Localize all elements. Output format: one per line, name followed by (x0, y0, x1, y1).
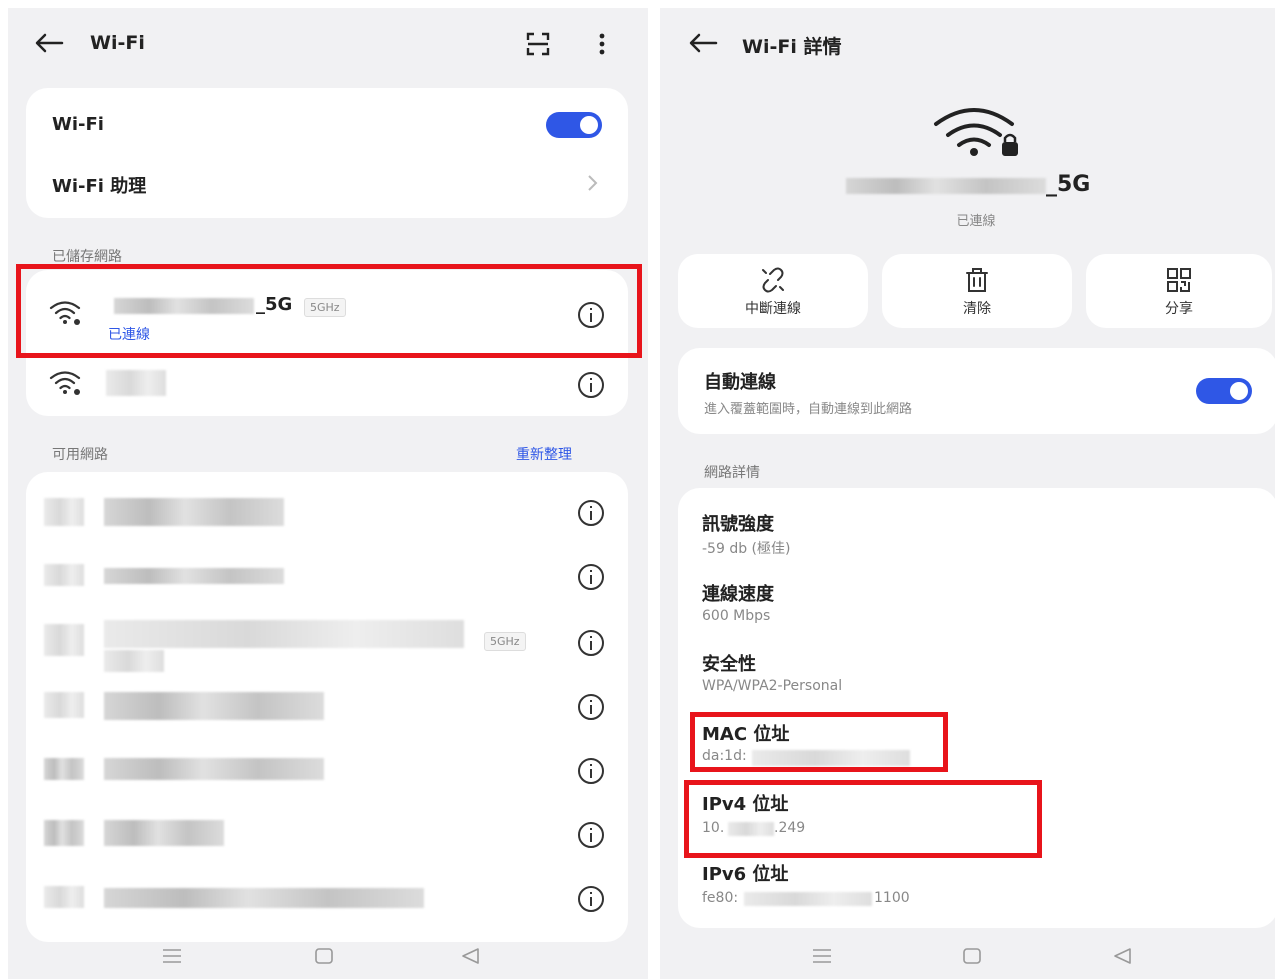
available-network-row[interactable] (26, 868, 628, 930)
wifi-signal-icon (44, 692, 84, 718)
auto-connect-title: 自動連線 (704, 372, 776, 393)
ssid-redacted (104, 498, 284, 526)
info-icon[interactable] (578, 564, 604, 590)
action-label: 清除 (963, 301, 991, 317)
back-icon[interactable] (1110, 945, 1134, 967)
wifi-lock-icon (932, 104, 1022, 160)
available-network-row[interactable] (26, 804, 628, 866)
detail-value: WPA/WPA2-Personal (702, 678, 843, 694)
unlink-icon (759, 266, 787, 294)
wifi-signal-icon (44, 498, 84, 526)
trash-icon (963, 266, 991, 294)
action-label: 中斷連線 (745, 301, 801, 317)
detail-value: 1100 (874, 890, 910, 906)
disconnect-button[interactable]: 中斷連線 (678, 254, 868, 328)
more-options-icon[interactable] (592, 30, 612, 58)
back-arrow-icon[interactable] (30, 28, 66, 58)
app-bar: Wi-Fi 詳情 (660, 26, 1275, 62)
available-network-row[interactable] (26, 546, 628, 608)
detail-title: 連線速度 (702, 584, 774, 605)
available-network-row[interactable]: 5GHz (26, 610, 628, 674)
info-icon[interactable] (578, 758, 604, 784)
detail-title: 訊號強度 (702, 514, 774, 535)
menu-icon[interactable] (810, 945, 834, 967)
home-icon[interactable] (312, 945, 336, 967)
info-icon[interactable] (578, 694, 604, 720)
network-details-card: 訊號強度 -59 db (極佳) 連線速度 600 Mbps 安全性 WPA/W… (678, 488, 1275, 928)
menu-icon[interactable] (160, 945, 184, 967)
ipv4-address-highlight (684, 780, 1042, 858)
detail-value: -59 db (極佳) (702, 541, 791, 557)
ssid-redacted (104, 692, 324, 720)
action-label: 分享 (1165, 301, 1193, 317)
info-icon[interactable] (578, 822, 604, 848)
available-networks-card: 5GHz (26, 472, 628, 942)
wifi-signal-icon (48, 368, 82, 396)
saved-networks-heading: 已儲存網路 (52, 249, 122, 265)
ssid-redacted (104, 650, 164, 672)
available-network-row[interactable] (26, 740, 628, 802)
chevron-right-icon[interactable] (584, 172, 600, 194)
available-network-row[interactable] (26, 676, 628, 738)
home-icon[interactable] (960, 945, 984, 967)
saved-network-row[interactable] (26, 354, 628, 414)
ssid-redacted (106, 370, 166, 396)
available-network-row[interactable] (26, 482, 628, 544)
connection-status: 已連線 (956, 214, 996, 229)
back-icon[interactable] (458, 945, 482, 967)
wifi-details-screen: Wi-Fi 詳情 _5G 已連線 中斷連線 清除 分享 自動連線 進入覆蓋範圍時… (660, 8, 1275, 979)
detail-title: 安全性 (702, 654, 756, 675)
auto-connect-card: 自動連線 進入覆蓋範圍時，自動連線到此網路 (678, 348, 1275, 434)
ssid-redacted (104, 758, 324, 780)
auto-connect-toggle[interactable] (1196, 378, 1252, 404)
ssid-suffix: _5G (1046, 172, 1091, 197)
system-nav-bar (660, 935, 1275, 979)
qr-code-icon (1165, 266, 1193, 294)
info-icon[interactable] (578, 886, 604, 912)
info-icon[interactable] (578, 500, 604, 526)
wifi-signal-icon (44, 624, 84, 656)
wifi-signal-icon (44, 820, 84, 846)
detail-value: 600 Mbps (702, 608, 771, 624)
network-details-heading: 網路詳情 (704, 465, 760, 481)
forget-button[interactable]: 清除 (882, 254, 1072, 328)
page-title: Wi-Fi 詳情 (742, 36, 842, 58)
back-arrow-icon[interactable] (684, 28, 720, 58)
share-button[interactable]: 分享 (1086, 254, 1272, 328)
auto-connect-description: 進入覆蓋範圍時，自動連線到此網路 (704, 402, 913, 417)
app-bar: Wi-Fi (8, 26, 648, 62)
scan-icon[interactable] (524, 30, 552, 58)
wifi-signal-icon (44, 758, 84, 780)
mac-address-highlight (690, 712, 948, 772)
wifi-label: Wi-Fi (52, 114, 104, 135)
wifi-list-screen: Wi-Fi Wi-Fi Wi-Fi 助理 已儲存網路 _5G 5GHz 已連線 (8, 8, 648, 979)
available-networks-heading: 可用網路 (52, 447, 108, 463)
system-nav-bar (8, 935, 648, 979)
connected-network-highlight (16, 264, 642, 358)
wifi-signal-icon (44, 564, 84, 586)
info-icon[interactable] (578, 372, 604, 398)
wifi-assistant-label[interactable]: Wi-Fi 助理 (52, 172, 146, 198)
detail-value: fe80: (702, 890, 739, 906)
band-badge: 5GHz (484, 632, 526, 651)
page-title: Wi-Fi (90, 32, 145, 54)
wifi-toggle[interactable] (546, 112, 602, 138)
info-icon[interactable] (578, 630, 604, 656)
wifi-settings-card: Wi-Fi Wi-Fi 助理 (26, 88, 628, 218)
ssid-redacted (104, 568, 284, 584)
wifi-signal-icon (44, 886, 84, 908)
ssid-redacted (104, 820, 224, 846)
ssid-redacted (104, 888, 424, 908)
refresh-link[interactable]: 重新整理 (516, 444, 572, 464)
detail-title: IPv6 位址 (702, 864, 789, 885)
ssid-redacted (104, 620, 464, 648)
ip-redacted (744, 892, 872, 906)
ssid-redacted (846, 178, 1046, 194)
